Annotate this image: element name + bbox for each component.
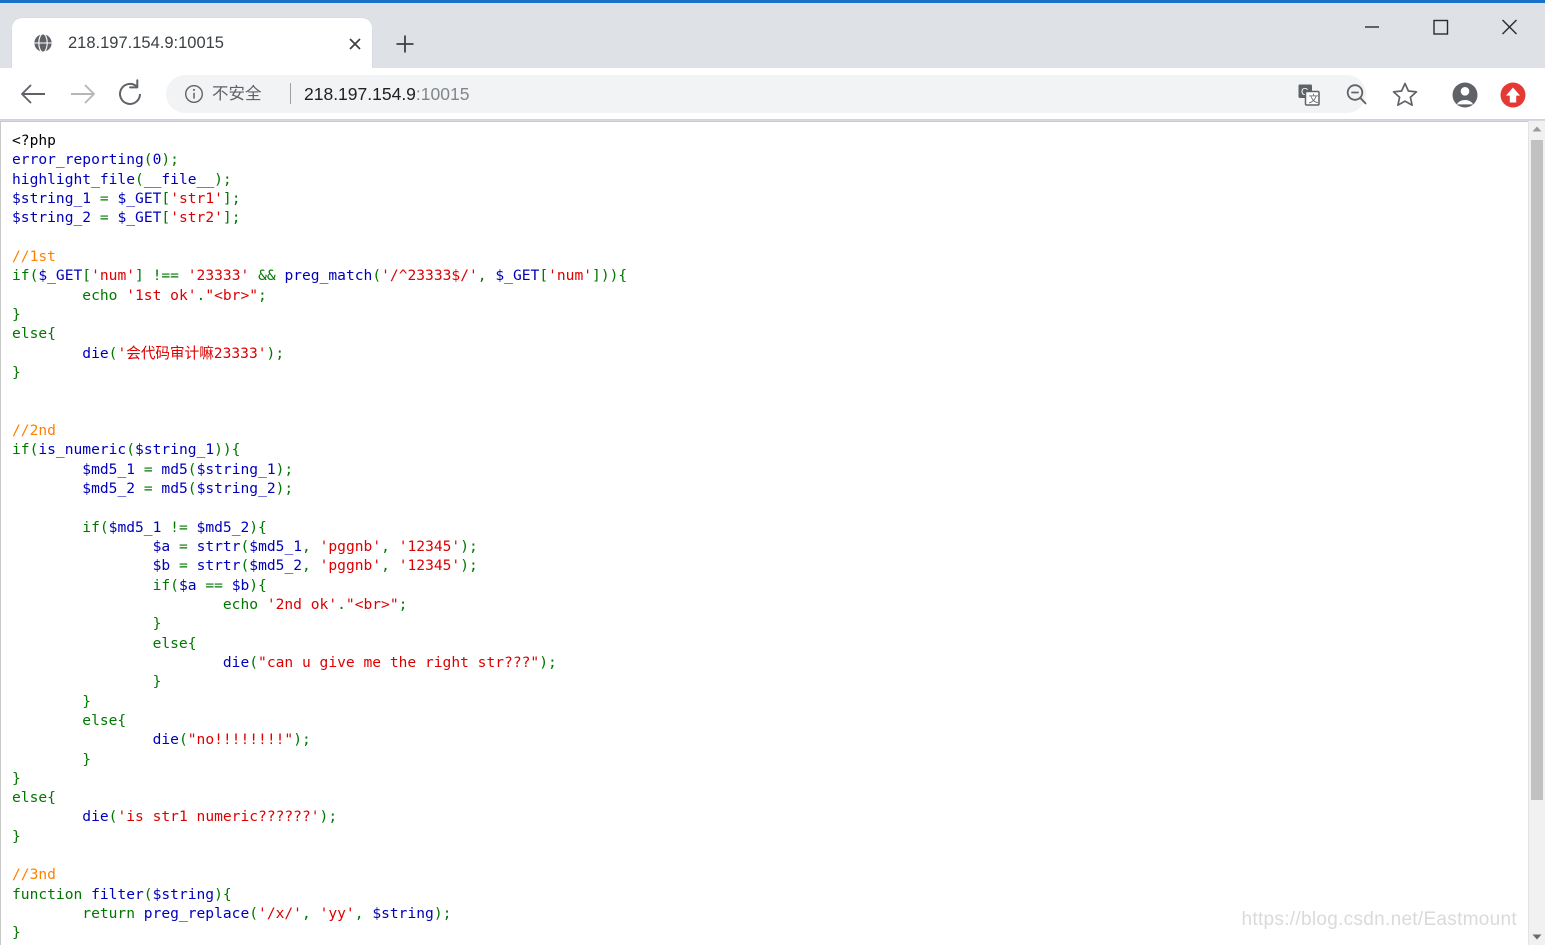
back-arrow-icon[interactable] [16,76,52,112]
profile-avatar-icon[interactable] [1447,77,1483,113]
omnibox-divider [290,83,291,104]
reload-icon[interactable] [112,76,148,112]
scroll-down-arrow-icon[interactable] [1529,928,1545,945]
close-tab-icon[interactable] [344,33,366,55]
zoom-out-icon[interactable] [1340,78,1374,112]
window-close-button[interactable] [1475,6,1544,48]
globe-icon [32,32,54,54]
navigation-toolbar: 不安全 218.197.154.9:10015 G 文 [0,68,1545,120]
forward-arrow-icon[interactable] [64,76,100,112]
tab-strip: 218.197.154.9:10015 [0,0,1545,71]
info-circle-icon[interactable] [184,84,204,104]
browser-window: 218.197.154.9:10015 不安全 218.197.154.9:10… [0,0,1545,945]
address-bar[interactable]: 不安全 218.197.154.9:10015 [166,75,1366,113]
update-available-icon[interactable] [1495,77,1531,113]
svg-text:文: 文 [1309,93,1319,106]
highlight-file-code-block: <?php error_reporting(0); highlight_file… [0,121,1528,945]
new-tab-button[interactable] [390,29,420,59]
tab-title: 218.197.154.9:10015 [68,34,224,52]
window-minimize-button[interactable] [1337,6,1406,48]
php-source-code: <?php error_reporting(0); highlight_file… [12,132,628,942]
bookmark-star-icon[interactable] [1388,78,1422,112]
browser-tab[interactable]: 218.197.154.9:10015 [12,18,372,71]
url-text: 218.197.154.9:10015 [304,82,469,106]
url-host: 218.197.154.9 [304,84,416,104]
translate-icon[interactable]: G 文 [1292,78,1326,112]
page-viewport: <?php error_reporting(0); highlight_file… [0,121,1545,945]
vertical-scrollbar[interactable] [1528,121,1545,945]
scroll-up-arrow-icon[interactable] [1529,121,1545,138]
security-status-text: 不安全 [212,85,262,103]
window-maximize-button[interactable] [1406,6,1475,48]
url-port: :10015 [415,84,470,104]
scrollbar-thumb[interactable] [1531,140,1543,800]
